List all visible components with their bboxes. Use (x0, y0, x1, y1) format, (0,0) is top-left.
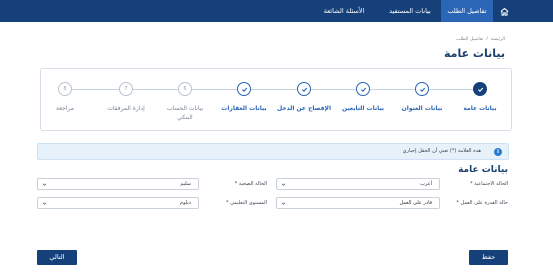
step-4-label: الإفصاح عن الدخل (276, 105, 332, 112)
education-level-label: المستوى التعليمي * (225, 200, 267, 206)
step-5-label: بيانات العقارات (221, 105, 267, 112)
required-notice: i هذه العلامة (*) تعني أن الحقل إجباري (37, 143, 509, 160)
tab-beneficiary-data[interactable]: بيانات المستفيد (379, 0, 441, 22)
check-icon (360, 87, 366, 92)
notice-text: هذه العلامة (*) تعني أن الحقل إجباري (402, 148, 481, 154)
chevron-down-icon (42, 202, 47, 205)
step-8-marker[interactable]: 8 (58, 82, 72, 96)
chevron-down-icon (42, 183, 47, 186)
breadcrumb-separator: / (486, 37, 488, 42)
check-icon (419, 87, 425, 92)
step-2-label: بيانات العنوان (401, 105, 443, 112)
work-ability-label: حالة القدرة على العمل * (456, 200, 508, 206)
health-status-value: سليم (180, 181, 191, 187)
health-status-label: الحالة الصحية * (234, 181, 267, 187)
chevron-down-icon (281, 183, 286, 186)
breadcrumb-current: تفاصيل الطلب (456, 37, 484, 42)
step-7-marker[interactable]: 7 (119, 82, 133, 96)
tab-faq[interactable]: الأسئلة الشائعة (310, 0, 378, 22)
work-ability-select[interactable]: قادر على العمل (276, 197, 440, 209)
work-ability-value: قادر على العمل (399, 200, 432, 206)
step-1-marker[interactable] (473, 82, 487, 96)
step-6-label: بيانات الحساب البنكي (166, 105, 204, 121)
step-1-label: بيانات عامة (463, 105, 497, 112)
progress-stepper: بيانات عامة بيانات العنوان بيانات التابع… (40, 68, 512, 131)
step-7-label: إدارة المرفقات (107, 105, 145, 112)
education-level-select[interactable]: دبلوم (37, 197, 199, 209)
breadcrumb: الرئيسة/تفاصيل الطلب (453, 37, 505, 42)
marital-status-value: أعزب (420, 181, 432, 187)
step-8-label: مراجعة (55, 105, 74, 112)
check-icon (477, 87, 483, 92)
check-icon (301, 87, 307, 92)
step-5-marker[interactable] (237, 82, 251, 96)
step-4-marker[interactable] (297, 82, 311, 96)
breadcrumb-home[interactable]: الرئيسة (491, 37, 505, 42)
step-3-label: بيانات التابعين (341, 105, 385, 112)
save-button[interactable]: حفظ (469, 250, 508, 265)
page-title: بيانات عامة (443, 47, 505, 60)
info-icon: i (494, 148, 502, 156)
tab-request-details[interactable]: تفاصيل الطلب (441, 0, 493, 22)
check-icon (241, 87, 247, 92)
section-title: بيانات عامة (458, 165, 508, 175)
health-status-select[interactable]: سليم (37, 178, 199, 190)
next-button[interactable]: التالي (37, 250, 77, 265)
home-icon (500, 7, 508, 16)
top-navbar: الأسئلة الشائعة بيانات المستفيد تفاصيل ا… (0, 0, 553, 22)
step-3-marker[interactable] (356, 82, 370, 96)
education-level-value: دبلوم (180, 200, 191, 206)
step-6-marker[interactable]: 6 (178, 82, 192, 96)
step-2-marker[interactable] (415, 82, 429, 96)
home-button[interactable] (494, 0, 514, 22)
chevron-down-icon (281, 202, 286, 205)
marital-status-label: الحالة الاجتماعية * (470, 181, 508, 187)
marital-status-select[interactable]: أعزب (276, 178, 440, 190)
